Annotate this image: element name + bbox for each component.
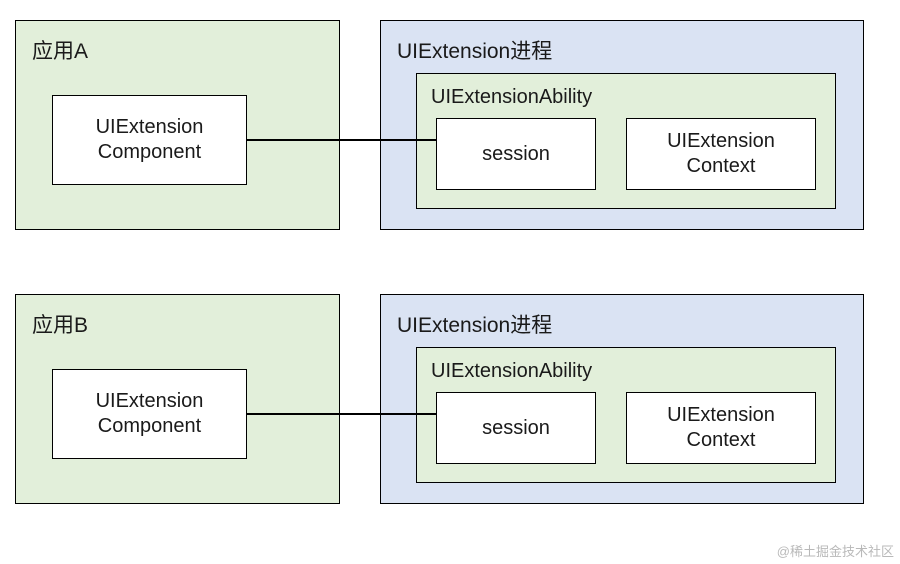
process-1-title: UIExtension进程 — [397, 35, 847, 65]
app-a-title: 应用A — [32, 35, 323, 65]
connector-1 — [247, 139, 436, 141]
process-2-title: UIExtension进程 — [397, 309, 847, 339]
app-a-component: UIExtension Component — [52, 95, 247, 185]
context-1-box: UIExtension Context — [626, 118, 816, 190]
context-2-box: UIExtension Context — [626, 392, 816, 464]
watermark: @稀土掘金技术社区 — [777, 541, 894, 560]
app-b-title: 应用B — [32, 309, 323, 339]
session-2-box: session — [436, 392, 596, 464]
ability-2-title: UIExtensionAbility — [431, 360, 821, 383]
session-1-box: session — [436, 118, 596, 190]
ability-1-title: UIExtensionAbility — [431, 86, 821, 109]
app-b-component: UIExtension Component — [52, 369, 247, 459]
connector-2 — [247, 413, 436, 415]
